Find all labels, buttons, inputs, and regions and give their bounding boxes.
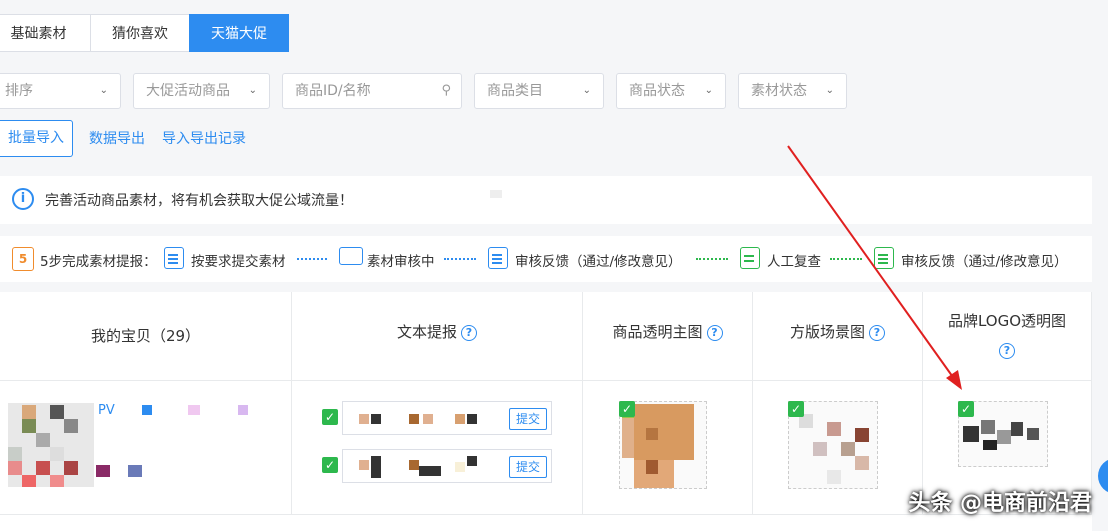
annotation-arrow	[787, 145, 962, 390]
watermark-text: 头条 @电商前沿君	[908, 491, 1092, 516]
